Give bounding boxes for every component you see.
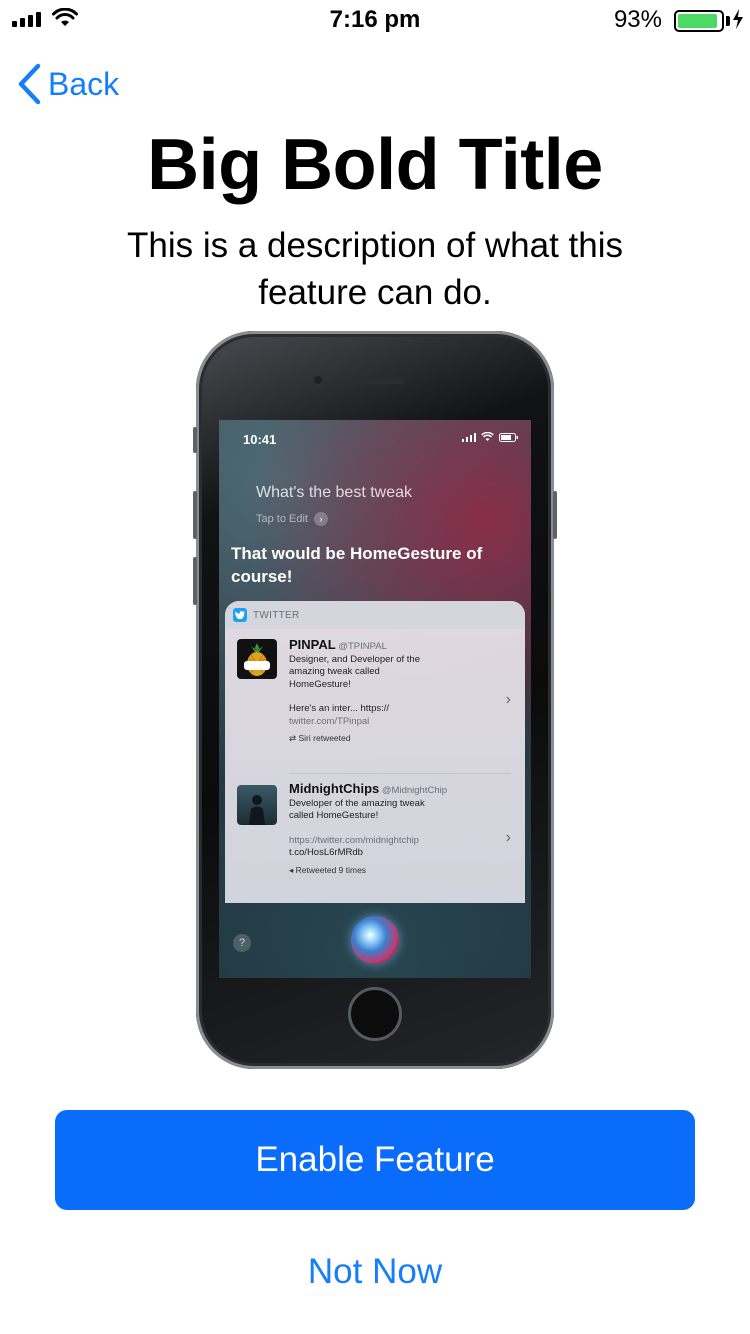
tweet-link: twitter.com/TPinpal bbox=[289, 715, 370, 727]
chevron-right-icon: › bbox=[505, 829, 511, 846]
tap-to-edit-label: Tap to Edit bbox=[256, 513, 308, 525]
midnightchips-avatar bbox=[237, 785, 277, 825]
retweet-icon: ⇄ bbox=[289, 733, 297, 743]
battery-percentage: 93% bbox=[613, 6, 662, 33]
battery-level bbox=[678, 14, 718, 28]
tweet-author-handle: @MidnightChip bbox=[381, 785, 447, 796]
tweet-meta-label: Siri retweeted bbox=[298, 733, 351, 743]
chevron-right-icon: › bbox=[313, 512, 328, 526]
chevron-left-icon bbox=[18, 63, 41, 105]
not-now-button[interactable]: Not Now bbox=[275, 1244, 475, 1300]
status-bar: 7:16 pm 93% bbox=[0, 0, 750, 40]
battery-cap bbox=[726, 16, 730, 26]
twitter-bird-icon bbox=[233, 608, 247, 622]
tweet-link: https://twitter.com/midnightchip bbox=[289, 834, 419, 846]
battery-icon bbox=[674, 10, 724, 32]
charging-bolt-icon bbox=[733, 9, 743, 29]
phone-preview-image: 10:41 What's the best tweak Tap to Edit … bbox=[193, 331, 557, 1069]
tweet-meta: ⇄ Siri retweeted bbox=[289, 732, 499, 745]
tweet-text: Here's an inter... https:// bbox=[289, 703, 390, 714]
earpiece-speaker bbox=[346, 378, 404, 384]
siri-query: What's the best tweak bbox=[256, 484, 413, 501]
siri-answer: That would be HomeGesture of course! bbox=[231, 544, 483, 586]
tweet-bio: Designer, and Developer of the amazing t… bbox=[289, 653, 420, 690]
pinpal-avatar bbox=[237, 639, 277, 679]
power-button bbox=[553, 491, 557, 539]
volume-up-button bbox=[193, 491, 197, 539]
tweet-author-name: PINPAL bbox=[289, 637, 336, 652]
chevron-right-icon: › bbox=[505, 691, 511, 708]
preview-wifi-icon bbox=[481, 432, 494, 441]
page-title: Big Bold Title bbox=[147, 125, 603, 205]
megaphone-icon: ◂ bbox=[289, 864, 294, 875]
tweet-author-name: MidnightChips bbox=[289, 781, 380, 796]
tweet-body: PINPAL @TPINPAL Designer, and Developer … bbox=[289, 637, 499, 745]
back-label: Back bbox=[48, 65, 120, 102]
tweet-author-handle: @TPINPAL bbox=[338, 641, 387, 652]
volume-down-button bbox=[193, 557, 197, 605]
phone-screen: 10:41 What's the best tweak Tap to Edit … bbox=[219, 420, 531, 978]
tweet-bio: Developer of the amazing tweak called Ho… bbox=[289, 797, 425, 822]
preview-signal-icon bbox=[462, 432, 476, 442]
preview-status-icons bbox=[462, 432, 519, 442]
preview-battery-icon bbox=[499, 432, 518, 442]
tweet-meta-label: Retweeted 9 times bbox=[295, 864, 367, 875]
tweet-text: t.co/HosL6rMRdb bbox=[289, 847, 363, 858]
tweet-separator bbox=[289, 773, 511, 774]
tweet-meta: ◂ Retweeted 9 times bbox=[289, 864, 499, 877]
preview-status-time: 10:41 bbox=[243, 432, 277, 447]
enable-feature-button[interactable]: Enable Feature bbox=[55, 1110, 695, 1210]
siri-help-button: ? bbox=[233, 934, 251, 952]
front-camera bbox=[312, 374, 324, 386]
card-header: TWITTER bbox=[225, 601, 525, 629]
siri-orb-icon bbox=[351, 916, 399, 964]
tap-to-edit: Tap to Edit › bbox=[256, 512, 328, 526]
home-button bbox=[348, 987, 402, 1041]
twitter-card: TWITTER PINPAL @TPINPAL Designer, and De… bbox=[225, 601, 525, 903]
back-button[interactable]: Back bbox=[16, 62, 119, 106]
tweet-body: MidnightChips @MidnightChip Developer of… bbox=[289, 781, 499, 877]
card-source-label: TWITTER bbox=[253, 609, 300, 621]
mute-switch bbox=[193, 427, 197, 453]
feature-description: This is a description of what this featu… bbox=[126, 226, 624, 312]
